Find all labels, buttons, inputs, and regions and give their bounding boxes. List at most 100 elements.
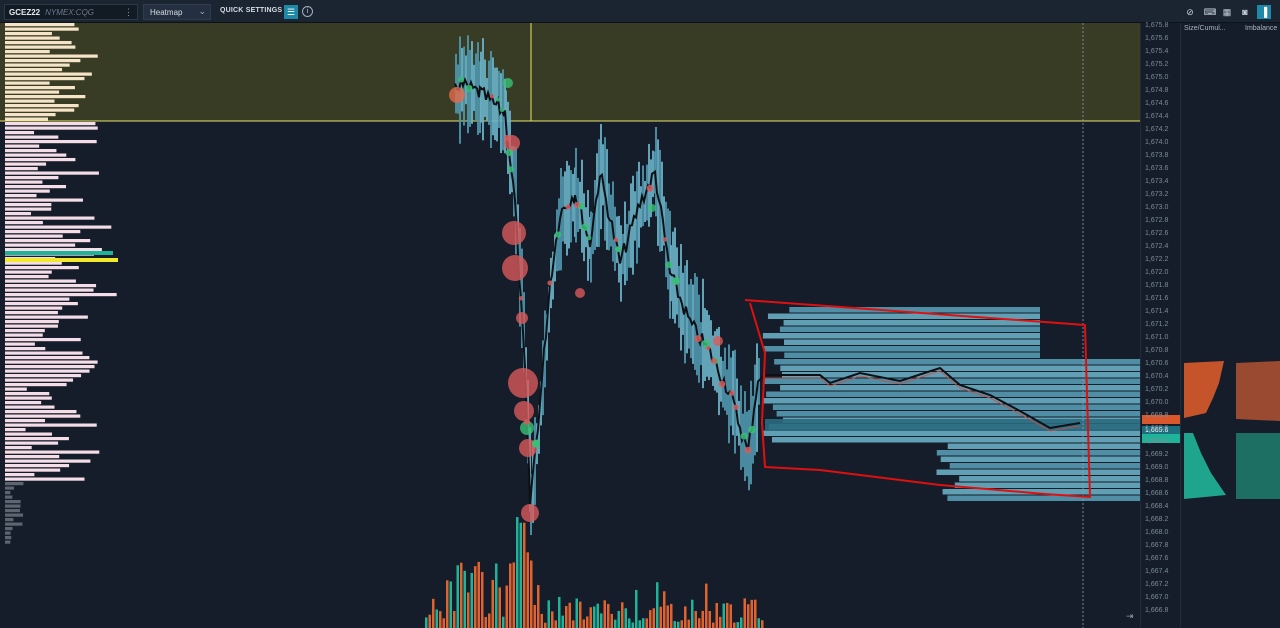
liquidity-band — [949, 463, 1140, 469]
price-tick: 1,672.0 — [1145, 269, 1169, 276]
price-tick: 1,667.8 — [1145, 542, 1169, 549]
volume-bar — [712, 622, 715, 628]
volume-bar — [558, 596, 561, 628]
volume-bar — [428, 614, 431, 628]
link-icon[interactable]: ⊘ — [1183, 5, 1197, 19]
volume-bar — [691, 599, 694, 628]
profile-bar — [5, 230, 81, 234]
profile-bar — [5, 410, 77, 414]
chart-type-select[interactable]: Heatmap ⌄ — [143, 4, 211, 20]
volume-bar — [435, 609, 438, 628]
profile-bar — [5, 383, 67, 387]
liquidity-band — [947, 495, 1140, 501]
price-tick: 1,671.4 — [1145, 308, 1169, 315]
kebab-menu-icon[interactable]: ⋮ — [124, 7, 133, 17]
price-tick: 1,672.4 — [1145, 243, 1169, 250]
profile-bar — [5, 176, 59, 180]
info-icon[interactable]: i — [302, 6, 313, 17]
bid-imbalance-shape — [1236, 433, 1280, 499]
price-tick: 1,675.8 — [1145, 22, 1169, 29]
symbol-selector[interactable]: GCEZ22 NYMEX:CQG ⋮ — [4, 4, 138, 20]
profile-bar — [5, 302, 78, 306]
volume-bar — [607, 603, 610, 628]
trade-bubble — [502, 221, 526, 245]
profile-bar — [5, 405, 55, 409]
volume-bar — [519, 522, 522, 628]
profile-bar — [5, 419, 46, 423]
volume-bar — [495, 563, 498, 628]
volume-bar — [663, 591, 666, 628]
profile-bar — [5, 414, 81, 418]
volume-bar — [614, 619, 617, 628]
volume-bar — [642, 618, 645, 628]
volume-bar — [694, 611, 697, 628]
toolbar: GCEZ22 NYMEX:CQG ⋮ Heatmap ⌄ QUICK SETTI… — [0, 0, 1280, 23]
liquidity-band — [954, 482, 1140, 488]
profile-bar — [5, 522, 23, 526]
profile-bar — [5, 491, 11, 495]
trade-bubble — [449, 87, 465, 103]
trade-bubble — [586, 235, 592, 241]
liquidity-band — [779, 326, 1040, 332]
liquidity-band — [783, 320, 1040, 326]
profile-bar — [5, 315, 88, 319]
chevron-down-icon: ⌄ — [198, 6, 206, 16]
profile-bar — [5, 203, 52, 207]
ask-size-shape — [1184, 361, 1224, 418]
quick-settings-button[interactable]: QUICK SETTINGS — [217, 4, 285, 20]
profile-bar — [5, 54, 98, 58]
profile-bar — [5, 428, 26, 432]
trade-bubble — [748, 425, 756, 434]
profile-bar — [5, 482, 24, 486]
price-tick: 1,672.8 — [1145, 217, 1169, 224]
volume-bar — [512, 562, 515, 628]
settings-sliders-icon[interactable]: ☰ — [284, 5, 298, 19]
profile-bar — [5, 23, 75, 27]
layout-panel-icon[interactable]: ▐ — [1257, 5, 1271, 19]
scroll-end-icon: ⇥ — [1126, 612, 1134, 622]
profile-bar — [5, 212, 31, 216]
dom-panel: Size/Cumul... Imbalance — [1180, 23, 1280, 628]
price-tick: 1,667.0 — [1145, 594, 1169, 601]
profile-bar — [5, 293, 117, 297]
profile-bar — [5, 86, 75, 90]
camera-icon[interactable]: ◙ — [1238, 5, 1252, 19]
profile-bar — [5, 126, 98, 130]
profile-bar — [5, 32, 52, 36]
price-tick: 1,671.2 — [1145, 321, 1169, 328]
volume-bar — [649, 610, 652, 628]
profile-bar — [5, 477, 85, 481]
price-tick: 1,668.4 — [1145, 503, 1169, 510]
profile-bar — [5, 153, 67, 157]
liquidity-band — [783, 339, 1040, 345]
liquidity-band — [772, 404, 1140, 410]
poc-bar — [5, 251, 113, 255]
volume-bar — [516, 517, 519, 628]
price-tick: 1,670.0 — [1145, 399, 1169, 406]
price-tick: 1,673.2 — [1145, 191, 1169, 198]
volume-bar — [582, 619, 585, 628]
heatmap-chart[interactable]: ⇥ — [0, 23, 1140, 628]
profile-bar — [5, 171, 99, 175]
volume-bar — [453, 611, 456, 628]
profile-bar — [5, 72, 92, 76]
profile-bar — [5, 234, 63, 238]
volume-bar — [726, 602, 729, 628]
price-tick: 1,670.2 — [1145, 386, 1169, 393]
profile-bar — [5, 356, 90, 360]
volume-bar — [491, 579, 494, 628]
profile-bar — [5, 198, 83, 202]
liquidity-band — [936, 450, 1140, 456]
price-tick: 1,666.8 — [1145, 607, 1169, 614]
trade-bubble — [554, 231, 562, 238]
volume-bar — [523, 522, 526, 628]
profile-bar — [5, 162, 47, 166]
profile-bar — [5, 360, 98, 364]
calculator-icon[interactable]: ▦ — [1220, 5, 1234, 19]
keyboard-icon[interactable]: ⌨ — [1203, 5, 1217, 19]
trade-bubble — [489, 94, 495, 99]
volume-bar — [631, 622, 634, 628]
price-tick: 1,674.4 — [1145, 113, 1169, 120]
price-axis[interactable]: 1,669.6 1,675.8 1,675.6 1,675.4 1,675.2 1,67… — [1140, 22, 1180, 628]
price-tick: 1,667.4 — [1145, 568, 1169, 575]
